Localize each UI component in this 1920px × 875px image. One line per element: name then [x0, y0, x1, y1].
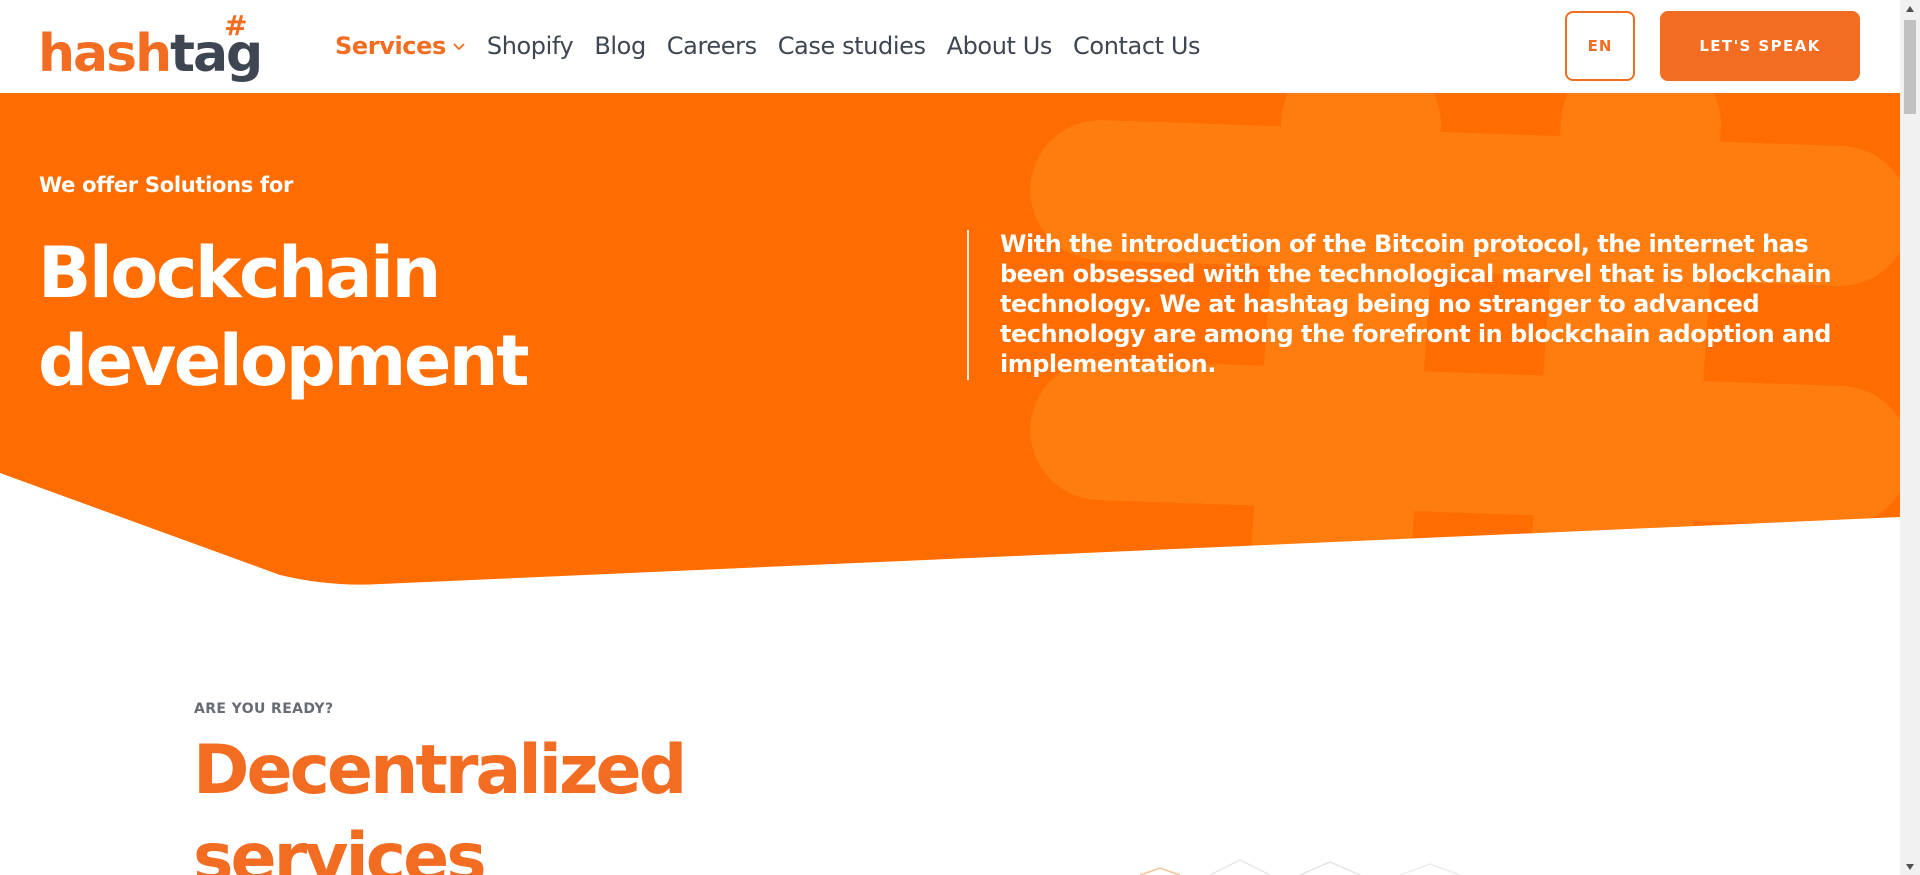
- nav-item-blog[interactable]: Blog: [594, 28, 646, 64]
- nav-item-about-us[interactable]: About Us: [947, 28, 1053, 64]
- section-eyebrow: ARE YOU READY?: [194, 701, 334, 717]
- chevron-down-icon: [453, 43, 465, 51]
- logo-text-part-b: h: [135, 24, 172, 84]
- nav-item-careers[interactable]: Careers: [667, 28, 757, 64]
- nav-item-services[interactable]: Services: [335, 28, 466, 64]
- logo-text-part-c: tag: [170, 24, 263, 84]
- hero-title: Blockchain development: [38, 232, 530, 402]
- site-header: hashtag # Services Shopify Blog Careers …: [0, 0, 1900, 93]
- nav-item-case-studies[interactable]: Case studies: [778, 28, 926, 64]
- hashtag-logo[interactable]: hashtag #: [38, 9, 263, 84]
- nav-item-label: Services: [335, 32, 446, 60]
- logo-text-part-a: has: [38, 24, 137, 84]
- hero-description: With the introduction of the Bitcoin pro…: [1000, 230, 1831, 378]
- logo-hash-mark: #: [224, 9, 248, 42]
- lets-speak-button[interactable]: LET'S SPEAK: [1660, 11, 1860, 81]
- section-title: Decentralized services: [193, 731, 687, 875]
- scroll-up-icon[interactable]: [1900, 0, 1920, 17]
- hero-eyebrow: We offer Solutions for: [39, 173, 294, 197]
- language-button[interactable]: EN: [1565, 11, 1635, 81]
- scroll-down-icon[interactable]: [1900, 858, 1920, 875]
- hero-section: We offer Solutions for Blockchain develo…: [0, 93, 1900, 593]
- scrollbar-thumb[interactable]: [1904, 20, 1916, 114]
- page-scrollbar[interactable]: [1900, 0, 1920, 875]
- decorative-illustration: [1139, 859, 1461, 875]
- hero-divider: [967, 230, 969, 380]
- main-nav: Services Shopify Blog Careers Case studi…: [335, 28, 1221, 64]
- nav-item-shopify[interactable]: Shopify: [487, 28, 574, 64]
- nav-item-contact-us[interactable]: Contact Us: [1073, 28, 1200, 64]
